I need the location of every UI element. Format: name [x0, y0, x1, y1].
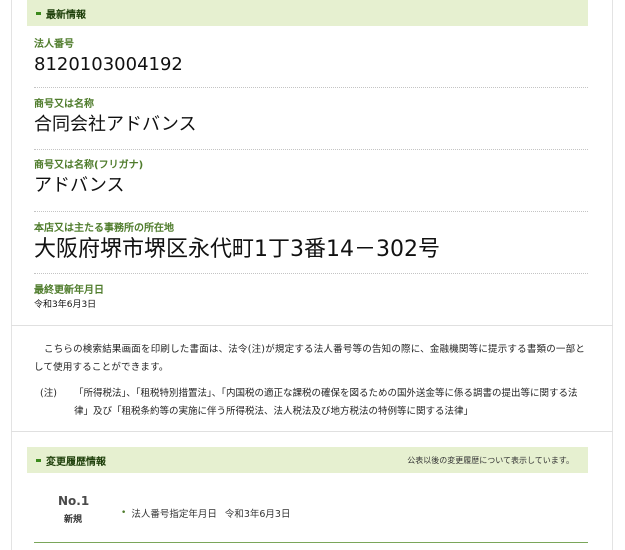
history-divider	[34, 542, 588, 543]
address-label: 本店又は主たる事務所の所在地	[34, 223, 174, 234]
notice-paragraph: こちらの検索結果画面を印刷した書面は、法令(注)が規定する法人番号等の告知の際に…	[34, 344, 586, 373]
divider	[34, 149, 588, 150]
latest-info-title: 最新情報	[46, 9, 86, 21]
trade-name-value: 合同会社アドバンス	[34, 114, 197, 135]
divider	[34, 273, 588, 274]
section-divider	[11, 431, 613, 432]
divider	[34, 87, 588, 88]
trade-name-kana-label: 商号又は名称(フリガナ)	[34, 160, 144, 171]
corporate-number-field: 法人番号 8120103004192	[34, 39, 588, 76]
corporate-number-value: 8120103004192	[34, 54, 183, 75]
last-updated-value: 令和3年6月3日	[34, 300, 97, 310]
section-divider	[11, 325, 613, 326]
history-entry-item: • 法人番号指定年月日 令和3年6月3日	[121, 506, 290, 520]
history-item-label: 法人番号指定年月日	[131, 509, 217, 520]
legal-note: (注) 「所得税法」、「租税特別措置法」、「内国税の適正な課税の確保を図るための…	[34, 385, 589, 421]
trade-name-kana-field: 商号又は名称(フリガナ) アドバンス	[34, 160, 588, 197]
bullet-icon: •	[121, 508, 127, 518]
history-no: No.1	[58, 494, 90, 508]
trade-name-kana-value: アドバンス	[34, 175, 125, 196]
history-header: 変更履歴情報 公表以後の変更履歴について表示しています。	[27, 447, 588, 473]
section-marker-icon	[36, 458, 41, 462]
last-updated-label: 最終更新年月日	[34, 285, 104, 296]
latest-info-header: 最新情報	[27, 0, 588, 26]
history-item-value: 令和3年6月3日	[224, 509, 291, 520]
address-value: 大阪府堺市堺区永代町1丁3番14－302号	[34, 237, 440, 262]
note-mark: (注)	[40, 388, 57, 399]
section-marker-icon	[36, 11, 41, 15]
history-tag: 新規	[63, 515, 82, 525]
trade-name-label: 商号又は名称	[34, 99, 94, 110]
print-notice: こちらの検索結果画面を印刷した書面は、法令(注)が規定する法人番号等の告知の際に…	[34, 341, 589, 421]
history-title: 変更履歴情報	[46, 456, 106, 468]
address-field: 本店又は主たる事務所の所在地 大阪府堺市堺区永代町1丁3番14－302号	[34, 223, 588, 263]
trade-name-field: 商号又は名称 合同会社アドバンス	[34, 99, 588, 136]
divider	[34, 211, 588, 212]
corporate-number-label: 法人番号	[34, 39, 74, 50]
history-note: 公表以後の変更履歴について表示しています。	[407, 455, 574, 465]
last-updated-field: 最終更新年月日 令和3年6月3日	[34, 285, 588, 311]
history-entry-number: No.1 新規	[58, 494, 90, 526]
note-text: 「所得税法」、「租税特別措置法」、「内国税の適正な課税の確保を図るための国外送金…	[74, 388, 578, 417]
